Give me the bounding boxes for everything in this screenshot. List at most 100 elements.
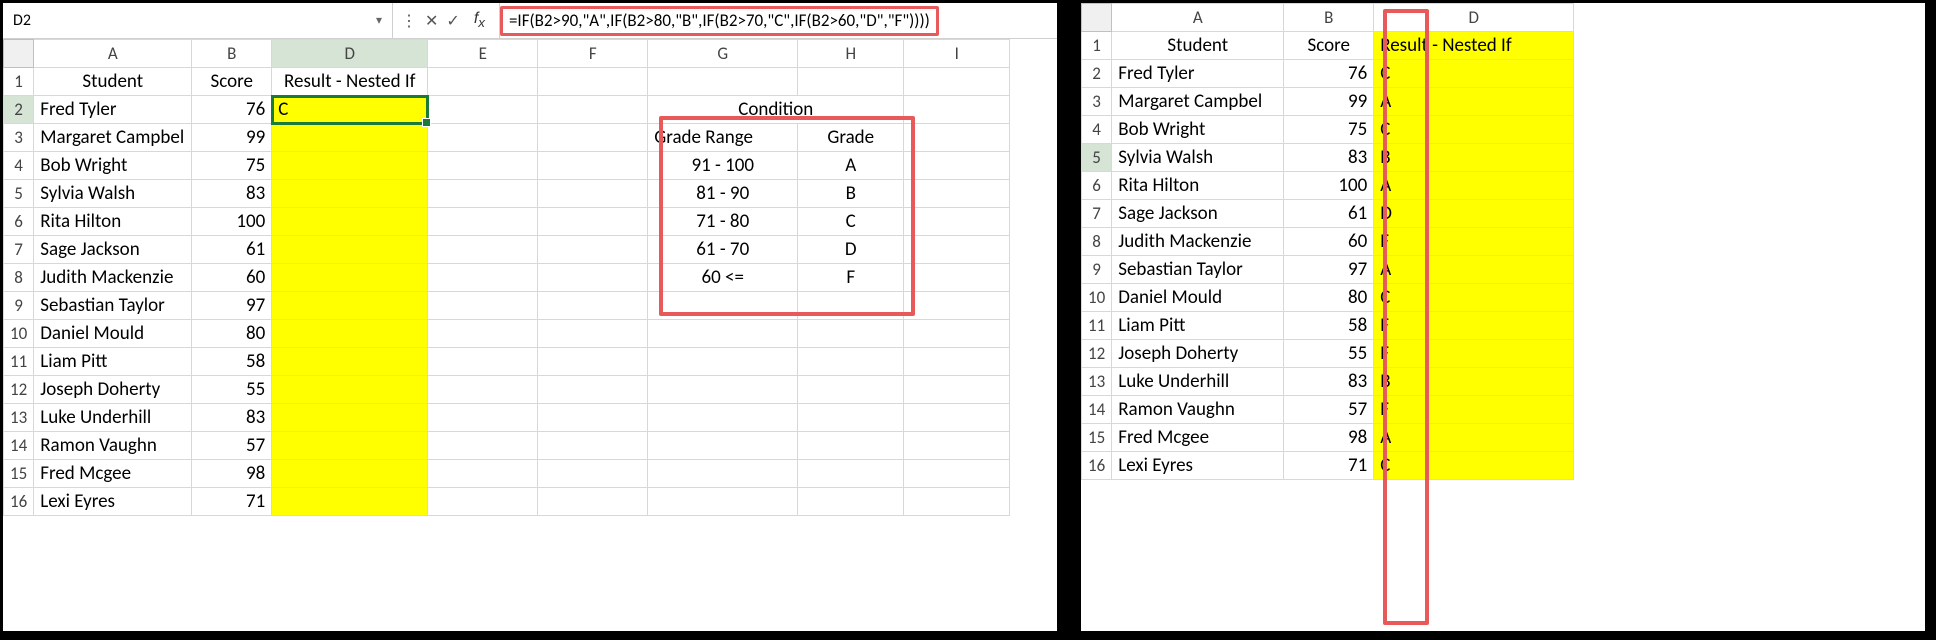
condition-grade[interactable]: B xyxy=(798,180,904,208)
result-cell[interactable] xyxy=(272,460,428,488)
cell[interactable] xyxy=(904,208,1010,236)
fx-icon[interactable]: fx xyxy=(468,10,491,30)
condition-range[interactable]: Grade Range xyxy=(648,124,798,152)
cell[interactable] xyxy=(904,292,1010,320)
cell[interactable] xyxy=(904,404,1010,432)
cell[interactable] xyxy=(538,264,648,292)
result-cell[interactable] xyxy=(272,152,428,180)
result-cell[interactable]: C xyxy=(1374,452,1574,480)
row-head[interactable]: 11 xyxy=(1082,312,1112,340)
row-head[interactable]: 15 xyxy=(1082,424,1112,452)
row-head[interactable]: 6 xyxy=(1082,172,1112,200)
select-all-corner[interactable] xyxy=(1082,4,1112,32)
student-cell[interactable]: Liam Pitt xyxy=(34,348,192,376)
score-cell[interactable]: 97 xyxy=(1284,256,1374,284)
condition-grade[interactable]: D xyxy=(798,236,904,264)
cell[interactable] xyxy=(428,376,538,404)
cell[interactable] xyxy=(428,292,538,320)
result-cell[interactable] xyxy=(272,320,428,348)
condition-range[interactable]: 91 - 100 xyxy=(648,152,798,180)
condition-grade[interactable]: Grade xyxy=(798,124,904,152)
student-cell[interactable]: Fred Tyler xyxy=(1112,60,1284,88)
score-cell[interactable]: 80 xyxy=(192,320,272,348)
score-cell[interactable]: 71 xyxy=(192,488,272,516)
score-cell[interactable]: 55 xyxy=(192,376,272,404)
condition-grade[interactable] xyxy=(798,320,904,348)
condition-range[interactable]: 60 <= xyxy=(648,264,798,292)
result-cell[interactable]: A xyxy=(1374,256,1574,284)
col-head-B[interactable]: B xyxy=(192,40,272,68)
student-cell[interactable]: Sebastian Taylor xyxy=(34,292,192,320)
enter-icon[interactable]: ✓ xyxy=(446,11,459,31)
score-cell[interactable]: 99 xyxy=(1284,88,1374,116)
cell[interactable] xyxy=(904,68,1010,96)
score-cell[interactable]: 57 xyxy=(192,432,272,460)
row-head[interactable]: 8 xyxy=(4,264,34,292)
student-cell[interactable]: Luke Underhill xyxy=(34,404,192,432)
cell[interactable] xyxy=(538,180,648,208)
cell[interactable] xyxy=(428,68,538,96)
row-head[interactable]: 8 xyxy=(1082,228,1112,256)
cell[interactable] xyxy=(538,376,648,404)
condition-range[interactable]: 71 - 80 xyxy=(648,208,798,236)
result-cell[interactable]: F xyxy=(1374,228,1574,256)
cell[interactable] xyxy=(428,96,538,124)
score-cell[interactable]: 75 xyxy=(1284,116,1374,144)
header-score[interactable]: Score xyxy=(1284,32,1374,60)
cell[interactable] xyxy=(428,264,538,292)
student-cell[interactable]: Fred Mcgee xyxy=(1112,424,1284,452)
cell[interactable] xyxy=(538,488,648,516)
result-cell[interactable] xyxy=(272,264,428,292)
cell[interactable] xyxy=(904,264,1010,292)
cell[interactable] xyxy=(538,236,648,264)
condition-range[interactable] xyxy=(648,376,798,404)
score-cell[interactable]: 61 xyxy=(192,236,272,264)
row-head[interactable]: 5 xyxy=(4,180,34,208)
score-cell[interactable]: 99 xyxy=(192,124,272,152)
row-head[interactable]: 12 xyxy=(1082,340,1112,368)
condition-range[interactable]: 61 - 70 xyxy=(648,236,798,264)
result-cell[interactable]: A xyxy=(1374,172,1574,200)
cell[interactable] xyxy=(538,432,648,460)
result-cell[interactable]: D xyxy=(1374,200,1574,228)
name-box[interactable]: D2 ▾ xyxy=(3,3,393,38)
student-cell[interactable]: Judith Mackenzie xyxy=(1112,228,1284,256)
student-cell[interactable]: Judith Mackenzie xyxy=(34,264,192,292)
student-cell[interactable]: Rita Hilton xyxy=(34,208,192,236)
grid-left[interactable]: A B D E F G H I 1 Student Score Result -… xyxy=(3,39,1057,516)
score-cell[interactable]: 98 xyxy=(192,460,272,488)
row-head[interactable]: 7 xyxy=(4,236,34,264)
header-student[interactable]: Student xyxy=(1112,32,1284,60)
condition-range[interactable] xyxy=(648,320,798,348)
cell[interactable] xyxy=(428,488,538,516)
header-student[interactable]: Student xyxy=(34,68,192,96)
cell[interactable] xyxy=(904,488,1010,516)
col-head-A[interactable]: A xyxy=(34,40,192,68)
result-cell[interactable]: C xyxy=(1374,284,1574,312)
score-cell[interactable]: 75 xyxy=(192,152,272,180)
cell[interactable] xyxy=(904,348,1010,376)
condition-title[interactable]: Condition xyxy=(648,96,904,124)
score-cell[interactable]: 61 xyxy=(1284,200,1374,228)
condition-range[interactable] xyxy=(648,488,798,516)
cell[interactable] xyxy=(538,348,648,376)
row-head[interactable]: 3 xyxy=(4,124,34,152)
condition-grade[interactable] xyxy=(798,432,904,460)
condition-range[interactable]: 81 - 90 xyxy=(648,180,798,208)
col-head-H[interactable]: H xyxy=(798,40,904,68)
score-cell[interactable]: 60 xyxy=(1284,228,1374,256)
result-cell[interactable] xyxy=(272,292,428,320)
header-result[interactable]: Result - Nested If xyxy=(1374,32,1574,60)
row-head[interactable]: 4 xyxy=(4,152,34,180)
cell[interactable] xyxy=(904,432,1010,460)
cell[interactable] xyxy=(428,432,538,460)
condition-range[interactable] xyxy=(648,292,798,320)
cell[interactable] xyxy=(538,68,648,96)
row-head[interactable]: 15 xyxy=(4,460,34,488)
col-head-E[interactable]: E xyxy=(428,40,538,68)
score-cell[interactable]: 58 xyxy=(192,348,272,376)
score-cell[interactable]: 83 xyxy=(192,404,272,432)
result-cell[interactable] xyxy=(272,432,428,460)
cell[interactable] xyxy=(538,96,648,124)
cell[interactable] xyxy=(648,68,798,96)
